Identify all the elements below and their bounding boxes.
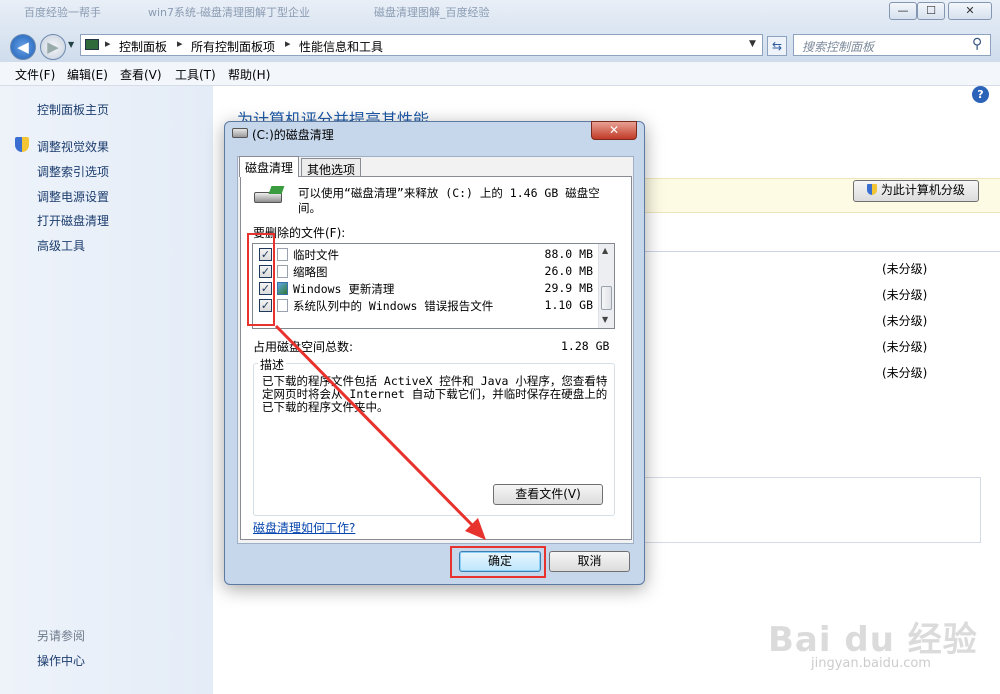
scroll-down-icon[interactable]: ▼ [602,315,608,324]
sidebar-item-power[interactable]: 调整电源设置 [37,188,109,205]
background-tab: 磁盘清理图解_百度经验 [374,6,490,19]
shield-icon [867,184,878,195]
files-list[interactable]: ✓ 临时文件 88.0 MB ✓ 缩略图 26.0 MB ✓ Windows 更… [252,243,615,329]
list-item[interactable]: ✓ 临时文件 88.0 MB [253,246,599,263]
menu-edit[interactable]: 编辑(E) [67,66,108,83]
background-tab: win7系统-磁盘清理图解丁型企业 [148,6,310,19]
sidebar-item-advanced-tools[interactable]: 高级工具 [37,237,85,254]
file-size: 1.10 GB [544,298,593,312]
tab-disk-cleanup[interactable]: 磁盘清理 [239,156,300,177]
sidebar-item-visual-effects[interactable]: 调整视觉效果 [37,138,109,155]
file-icon [277,265,288,278]
breadcrumb-performance[interactable]: 性能信息和工具 [299,38,383,55]
disk-cleanup-icon [252,186,286,208]
maximize-button[interactable]: ☐ [917,2,945,20]
back-arrow-icon[interactable]: ◀ [10,34,36,60]
file-icon [277,248,288,261]
watermark-logo: Bai du 经验 [768,620,978,660]
list-item[interactable]: ✓ 缩略图 26.0 MB [253,263,599,280]
search-input[interactable]: 搜索控制面板 ⚲ [793,34,991,56]
files-scrollbar[interactable]: ▲ ▼ [598,244,614,328]
menu-view[interactable]: 查看(V) [120,66,162,83]
file-name: 缩略图 [293,265,328,279]
dialog-title: (C:)的磁盘清理 [252,128,334,142]
checkbox-highlight [247,233,275,326]
score-unrated: (未分级) [882,340,928,354]
scroll-up-icon[interactable]: ▲ [602,246,608,255]
sidebar-item-indexing[interactable]: 调整索引选项 [37,163,109,180]
scroll-thumb[interactable] [601,286,612,310]
address-bar[interactable]: ▸ 控制面板 ▸ 所有控制面板项 ▸ 性能信息和工具 ▼ [80,34,763,56]
shield-icon [15,137,29,152]
total-space-value: 1.28 GB [561,339,610,353]
file-size: 29.9 MB [544,281,593,295]
list-item[interactable]: ✓ 系统队列中的 Windows 错误报告文件 1.10 GB [253,297,599,314]
search-placeholder: 搜索控制面板 [802,40,875,54]
rate-computer-button[interactable]: 为此计算机分级 [853,180,979,202]
sidebar-item-disk-cleanup[interactable]: 打开磁盘清理 [37,212,109,229]
control-panel-icon [85,39,99,50]
breadcrumb-all-items[interactable]: 所有控制面板项 [191,38,275,55]
sidebar-home-link[interactable]: 控制面板主页 [37,101,109,118]
background-tab: 百度经验一帮手 [24,6,101,19]
intro-text: 可以使用“磁盘清理”来释放 (C:) 上的 1.46 GB 磁盘空间。 [298,186,600,215]
breadcrumb-control-panel[interactable]: 控制面板 [119,38,167,55]
file-name: Windows 更新清理 [293,282,395,296]
divider [636,251,1000,252]
score-unrated: (未分级) [882,288,928,302]
search-icon[interactable]: ⚲ [972,36,982,52]
file-size: 26.0 MB [544,264,593,278]
file-size: 88.0 MB [544,247,593,261]
ok-highlight [450,546,546,578]
menu-help[interactable]: 帮助(H) [228,66,270,83]
watermark-url: jingyan.baidu.com [811,656,931,671]
tab-more-options[interactable]: 其他选项 [301,158,362,178]
score-unrated: (未分级) [882,366,928,380]
how-it-works-link[interactable]: 磁盘清理如何工作? [253,519,355,536]
description-title: 描述 [258,356,287,373]
address-dropdown-icon[interactable]: ▼ [749,39,756,49]
file-name: 系统队列中的 Windows 错误报告文件 [293,299,494,313]
score-unrated: (未分级) [882,262,928,276]
see-also-heading: 另请参阅 [37,629,86,643]
menu-file[interactable]: 文件(F) [15,66,55,83]
menu-tools[interactable]: 工具(T) [175,66,216,83]
list-item[interactable]: ✓ Windows 更新清理 29.9 MB [253,280,599,297]
view-files-button[interactable]: 查看文件(V) [493,484,603,505]
dialog-close-button[interactable]: ✕ [591,121,637,140]
breadcrumb-separator-icon: ▸ [177,37,183,50]
file-name: 临时文件 [293,248,339,262]
cancel-button[interactable]: 取消 [549,551,630,572]
breadcrumb-separator-icon: ▸ [285,37,291,50]
info-panel [636,477,981,543]
help-icon[interactable]: ? [972,86,989,103]
forward-arrow-icon[interactable]: ▶ [40,34,66,60]
disk-drive-icon [232,128,248,138]
windows-update-icon [277,282,288,295]
recent-pages-dropdown-icon[interactable]: ▼ [68,40,74,49]
breadcrumb-separator-icon: ▸ [105,37,111,50]
sidebar-item-action-center[interactable]: 操作中心 [37,652,85,669]
total-space-label: 占用磁盘空间总数: [253,340,354,354]
close-button[interactable]: ✕ [948,2,992,20]
rate-computer-label: 为此计算机分级 [880,183,965,197]
refresh-icon[interactable]: ⇆ [767,36,787,56]
file-icon [277,299,288,312]
minimize-button[interactable]: — [889,2,917,20]
description-text: 已下载的程序文件包括 ActiveX 控件和 Java 小程序，您查看特定网页时… [262,374,608,414]
score-unrated: (未分级) [882,314,928,328]
